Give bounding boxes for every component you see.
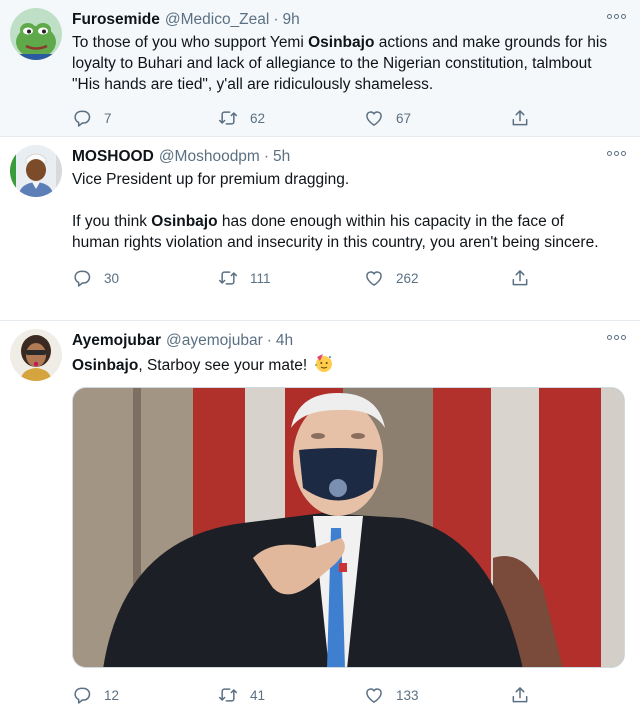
tweet-text: Osinbajo, Starboy see your mate!: [72, 353, 624, 379]
tweet-actions: 30 111 262: [72, 258, 542, 298]
reply-icon: [72, 685, 92, 705]
reply-button[interactable]: 12: [72, 685, 218, 705]
share-icon: [510, 108, 530, 128]
heart-icon: [364, 268, 384, 288]
more-options-icon[interactable]: [604, 145, 628, 161]
tweet-text: Vice President up for premium dragging. …: [72, 171, 599, 251]
tweet-actions: 7 62 67: [72, 98, 542, 138]
more-options-icon[interactable]: [604, 8, 628, 24]
tweet[interactable]: MOSHOOD @Moshoodpm · 5h Vice President u…: [0, 137, 640, 321]
tweet-text: To those of you who support Yemi Osinbaj…: [72, 34, 608, 93]
share-button[interactable]: [510, 685, 542, 705]
reply-count: 30: [104, 270, 120, 286]
share-button[interactable]: [510, 268, 542, 288]
timestamp[interactable]: 5h: [273, 147, 290, 167]
tweet[interactable]: Furosemide @Medico_Zeal · 9h To those of…: [0, 0, 640, 137]
keyword-highlight: Osinbajo: [151, 213, 218, 230]
display-name[interactable]: Ayemojubar: [72, 331, 161, 351]
partying-face-icon: [314, 353, 334, 379]
tweet-photo[interactable]: [72, 387, 625, 668]
retweet-button[interactable]: 111: [218, 268, 364, 288]
reply-count: 12: [104, 687, 120, 703]
timestamp[interactable]: 9h: [283, 10, 300, 30]
tweet-header: Furosemide @Medico_Zeal · 9h: [72, 10, 624, 30]
separator-dot: ·: [263, 148, 270, 165]
avatar-ayemojubar[interactable]: [10, 329, 62, 381]
reply-count: 7: [104, 110, 112, 126]
like-count: 262: [396, 270, 419, 286]
user-handle[interactable]: @ayemojubar: [166, 331, 263, 351]
retweet-button[interactable]: 41: [218, 685, 364, 705]
heart-icon: [364, 685, 384, 705]
retweet-icon: [218, 268, 238, 288]
like-count: 133: [396, 687, 419, 703]
like-button[interactable]: 133: [364, 685, 510, 705]
tweet-actions: 12 41 133: [72, 675, 542, 711]
reply-icon: [72, 108, 92, 128]
retweet-icon: [218, 108, 238, 128]
separator-dot: ·: [273, 11, 279, 28]
retweet-count: 111: [250, 270, 271, 286]
retweet-button[interactable]: 62: [218, 108, 364, 128]
reply-button[interactable]: 7: [72, 108, 218, 128]
avatar-moshood[interactable]: [10, 145, 62, 197]
reply-icon: [72, 268, 92, 288]
more-options-icon[interactable]: [604, 329, 628, 345]
user-handle[interactable]: @Moshoodpm: [159, 147, 260, 167]
timestamp[interactable]: 4h: [276, 331, 293, 351]
tweet[interactable]: Ayemojubar @ayemojubar · 4h Osinbajo, St…: [0, 321, 640, 711]
like-count: 67: [396, 110, 412, 126]
retweet-icon: [218, 685, 238, 705]
share-icon: [510, 685, 530, 705]
display-name[interactable]: MOSHOOD: [72, 147, 154, 167]
like-button[interactable]: 262: [364, 268, 510, 288]
heart-icon: [364, 108, 384, 128]
retweet-count: 62: [250, 110, 266, 126]
separator-dot: ·: [266, 332, 272, 349]
keyword-highlight: Osinbajo: [72, 357, 139, 374]
tweet-header: Ayemojubar @ayemojubar · 4h: [72, 331, 624, 351]
reply-button[interactable]: 30: [72, 268, 218, 288]
keyword-highlight: Osinbajo: [308, 34, 375, 51]
display-name[interactable]: Furosemide: [72, 10, 160, 30]
share-button[interactable]: [510, 108, 542, 128]
retweet-count: 41: [250, 687, 266, 703]
avatar-frog[interactable]: [10, 8, 62, 60]
tweet-header: MOSHOOD @Moshoodpm · 5h: [72, 147, 624, 167]
share-icon: [510, 268, 530, 288]
like-button[interactable]: 67: [364, 108, 510, 128]
user-handle[interactable]: @Medico_Zeal: [165, 10, 269, 30]
